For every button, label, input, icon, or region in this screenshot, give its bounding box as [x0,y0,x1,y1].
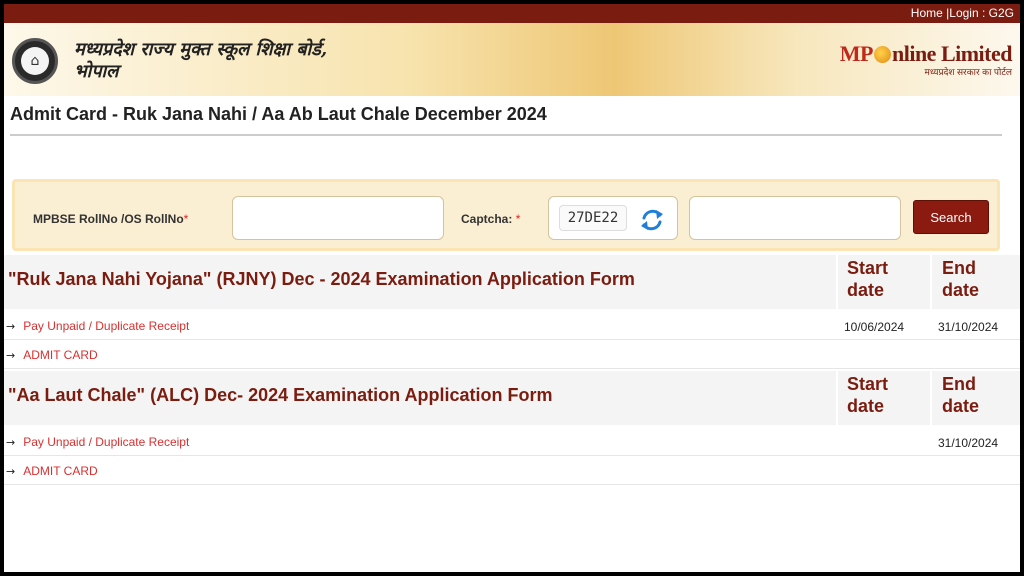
admit-card-link-alc[interactable]: → ADMIT CARD [6,464,98,478]
end-date: 31/10/2024 [938,436,999,450]
section-title: "Ruk Jana Nahi Yojana" (RJNY) Dec - 2024… [8,269,635,289]
site-header: ⌂ मध्यप्रदेश राज्य मुक्त स्कूल शिक्षा बो… [4,23,1020,96]
captcha-input[interactable] [689,196,901,240]
table-row: → ADMIT CARD [4,341,1020,369]
search-panel: MPBSE RollNo /OS RollNo* Captcha: * 27DE… [12,179,1000,251]
g2g-link[interactable]: G2G [989,6,1014,20]
end-date: 31/10/2024 [938,320,999,334]
top-nav-bar: Home |Login : G2G [4,4,1020,23]
start-date: 10/06/2024 [844,320,905,334]
board-emblem-icon: ⌂ [12,38,58,84]
section-title: "Aa Laut Chale" (ALC) Dec- 2024 Examinat… [8,385,553,405]
table-row: → Pay Unpaid / Duplicate Receipt 31/10/20… [4,428,1020,456]
pay-unpaid-link-alc[interactable]: → Pay Unpaid / Duplicate Receipt [6,435,189,449]
captcha-label: Captcha: * [461,212,521,226]
roll-number-input[interactable] [232,196,444,240]
arrow-right-icon: → [6,320,16,333]
end-date-header: End date [942,374,980,416]
globe-icon [873,46,891,63]
home-link[interactable]: Home [911,6,943,20]
mponline-logo[interactable]: MP nline Limited मध्यप्रदेश सरकार का पोर्… [832,41,1013,78]
board-name: मध्यप्रदेश राज्य मुक्त स्कूल शिक्षा बोर्… [74,39,328,82]
pay-unpaid-link-rjny[interactable]: → Pay Unpaid / Duplicate Receipt [6,319,189,333]
arrow-right-icon: → [6,465,16,478]
admit-card-link-rjny[interactable]: → ADMIT CARD [6,348,98,362]
table-row: → ADMIT CARD [4,457,1020,485]
start-date-header: Start date [847,258,889,300]
start-date-header: Start date [847,374,889,416]
search-button[interactable]: Search [913,200,989,234]
page-frame: Home |Login : G2G ⌂ मध्यप्रदेश राज्य मुक… [4,4,1020,572]
arrow-right-icon: → [6,349,16,362]
login-link[interactable]: Login [949,6,978,20]
refresh-captcha-icon[interactable] [637,205,667,235]
arrow-right-icon: → [6,436,16,449]
captcha-image: 27DE22 [559,205,627,231]
table-row: → Pay Unpaid / Duplicate Receipt 10/06/20… [4,312,1020,340]
section-header-alc: "Aa Laut Chale" (ALC) Dec- 2024 Examinat… [4,371,1020,425]
captcha-box: 27DE22 [548,196,678,240]
page-title: Admit Card - Ruk Jana Nahi / Aa Ab Laut … [10,104,547,124]
section-header-rjny: "Ruk Jana Nahi Yojana" (RJNY) Dec - 2024… [4,255,1020,309]
end-date-header: End date [942,258,980,300]
roll-number-label: MPBSE RollNo /OS RollNo* [33,212,189,226]
title-divider [10,134,1002,136]
